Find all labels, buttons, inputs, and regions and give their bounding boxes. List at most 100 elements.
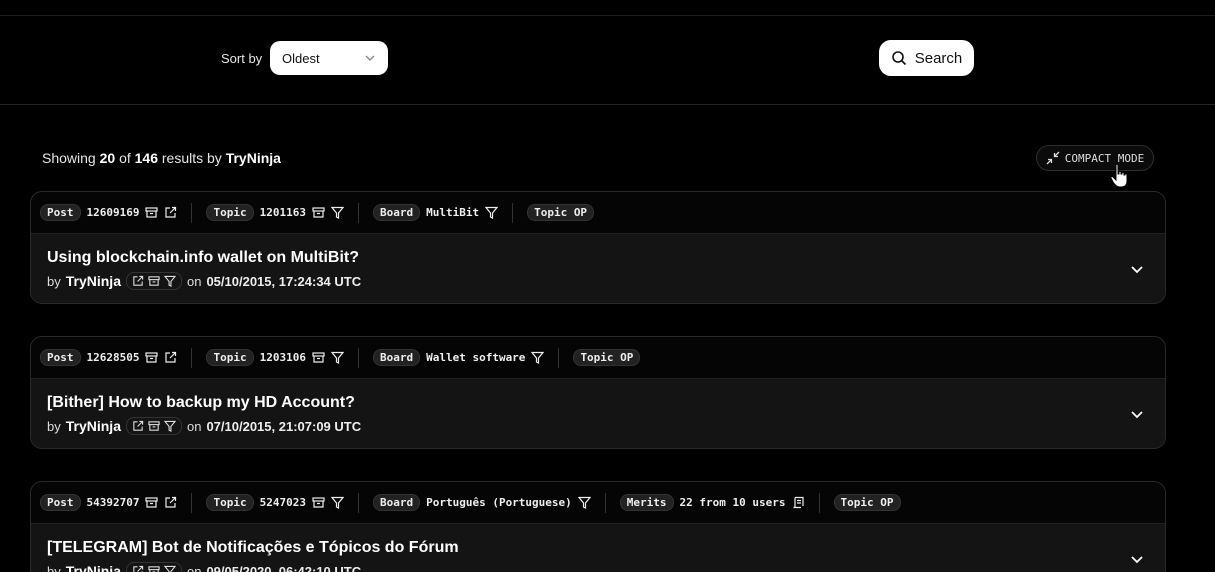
byline-by: by — [47, 273, 61, 289]
sort-label: Sort by — [221, 51, 263, 66]
topic-op-group: Topic OP — [833, 493, 915, 513]
toolbar — [0, 16, 1215, 104]
chevron-down-icon[interactable] — [1129, 261, 1145, 277]
board-tag: Board — [372, 494, 421, 511]
post-title[interactable]: [TELEGRAM] Bot de Notificações e Tópicos… — [47, 539, 459, 557]
post-date: 07/10/2015, 21:07:09 UTC — [206, 418, 362, 434]
topic-meta-group: Topic 1201163 — [206, 202, 359, 223]
archive-icon[interactable] — [145, 206, 159, 219]
post-byline: by TryNinja on 09/05/2020, 06:42:10 UTC — [47, 562, 361, 572]
board-name: Português (Portuguese) — [426, 496, 572, 509]
post-id: 12628505 — [86, 351, 140, 364]
topic-tag: Topic — [206, 204, 254, 221]
topic-id: 1203106 — [259, 351, 306, 364]
filter-icon[interactable] — [163, 275, 176, 287]
merits-value: 22 from 10 users — [679, 496, 786, 509]
post-meta-group: Post 54392707 — [40, 492, 193, 513]
scroll-icon[interactable] — [792, 496, 805, 509]
post-tag: Post — [40, 349, 81, 366]
compact-mode-label: COMPACT MODE — [1064, 151, 1145, 165]
archive-icon[interactable] — [148, 565, 160, 572]
external-link-icon[interactable] — [132, 275, 144, 287]
archive-icon[interactable] — [145, 496, 159, 509]
external-link-icon[interactable] — [132, 565, 144, 572]
byline-on: on — [186, 563, 202, 572]
post-card-body[interactable]: [TELEGRAM] Bot de Notificações e Tópicos… — [31, 524, 1165, 572]
post-meta-bar: Post 54392707 Topic 5247023 Board Portug… — [31, 482, 1165, 524]
results-of: of — [119, 150, 131, 166]
filter-icon[interactable] — [330, 206, 345, 219]
byline-by: by — [47, 563, 61, 572]
topic-id: 1201163 — [259, 206, 306, 219]
byline-by: by — [47, 418, 61, 434]
filter-icon[interactable] — [163, 565, 176, 572]
chevron-down-icon — [365, 55, 375, 61]
archive-icon[interactable] — [312, 206, 325, 219]
results-prefix: Showing — [42, 150, 96, 166]
external-link-icon[interactable] — [164, 496, 177, 509]
filter-icon[interactable] — [577, 496, 592, 509]
author-actions — [125, 272, 182, 290]
post-author[interactable]: TryNinja — [66, 273, 121, 289]
post-tag: Post — [40, 204, 81, 221]
archive-icon[interactable] — [312, 351, 325, 364]
merits-tag: Merits — [619, 494, 674, 511]
post-author[interactable]: TryNinja — [66, 563, 121, 572]
hand-cursor-icon — [1110, 163, 1128, 188]
external-link-icon[interactable] — [164, 351, 177, 364]
post-byline: by TryNinja on 05/10/2015, 17:24:34 UTC — [47, 272, 361, 290]
topic-meta-group: Topic 1203106 — [206, 347, 359, 368]
compact-mode-button[interactable]: COMPACT MODE — [1036, 145, 1154, 171]
results-author: TryNinja — [225, 150, 281, 166]
external-link-icon[interactable] — [132, 420, 144, 432]
author-actions — [125, 562, 182, 572]
sort-select[interactable]: Oldest — [270, 41, 388, 75]
results-suffix: results by — [161, 150, 222, 166]
chevron-down-icon[interactable] — [1129, 551, 1145, 567]
post-meta-bar: Post 12609169 Topic 1201163 Board MultiB… — [31, 192, 1165, 234]
post-meta-bar: Post 12628505 Topic 1203106 Board Wallet… — [31, 337, 1165, 379]
search-button[interactable]: Search — [879, 40, 974, 76]
board-name: Wallet software — [426, 351, 526, 364]
search-button-label: Search — [914, 49, 963, 67]
post-card-body[interactable]: Using blockchain.info wallet on MultiBit… — [31, 234, 1165, 303]
topic-op-badge: Topic OP — [527, 204, 595, 221]
topic-op-badge: Topic OP — [833, 494, 901, 511]
post-author[interactable]: TryNinja — [66, 418, 121, 434]
topic-op-group: Topic OP — [573, 348, 654, 368]
archive-icon[interactable] — [312, 496, 325, 509]
results-summary: Showing 20 of 146 results by TryNinja — [42, 150, 281, 166]
post-byline: by TryNinja on 07/10/2015, 21:07:09 UTC — [47, 417, 361, 435]
topic-op-badge: Topic OP — [573, 349, 641, 366]
toolbar-divider — [0, 104, 1215, 105]
topic-tag: Topic — [206, 494, 254, 511]
post-title[interactable]: [Bither] How to backup my HD Account? — [47, 394, 355, 412]
byline-on: on — [186, 273, 202, 289]
filter-icon[interactable] — [163, 420, 176, 432]
post-title[interactable]: Using blockchain.info wallet on MultiBit… — [47, 249, 359, 267]
post-meta-group: Post 12609169 — [40, 202, 193, 223]
filter-icon[interactable] — [484, 206, 499, 219]
filter-icon[interactable] — [330, 496, 345, 509]
external-link-icon[interactable] — [164, 206, 177, 219]
board-tag: Board — [372, 204, 421, 221]
topic-meta-group: Topic 5247023 — [206, 492, 359, 513]
post-date: 05/10/2015, 17:24:34 UTC — [206, 273, 362, 289]
board-tag: Board — [372, 349, 421, 366]
board-meta-group: Board MultiBit — [372, 202, 514, 223]
archive-icon[interactable] — [148, 420, 160, 432]
author-actions — [125, 417, 182, 435]
filter-icon[interactable] — [531, 351, 545, 364]
board-name: MultiBit — [426, 206, 480, 219]
archive-icon[interactable] — [145, 351, 159, 364]
chevron-down-icon[interactable] — [1129, 406, 1145, 422]
post-id: 54392707 — [86, 496, 140, 509]
post-meta-group: Post 12628505 — [40, 347, 193, 368]
sort-select-value: Oldest — [282, 50, 320, 66]
post-card-body[interactable]: [Bither] How to backup my HD Account? by… — [31, 379, 1165, 448]
results-shown-count: 20 — [99, 150, 116, 166]
archive-icon[interactable] — [148, 275, 160, 287]
post-id: 12609169 — [86, 206, 140, 219]
filter-icon[interactable] — [330, 351, 345, 364]
results-total-count: 146 — [134, 150, 158, 166]
